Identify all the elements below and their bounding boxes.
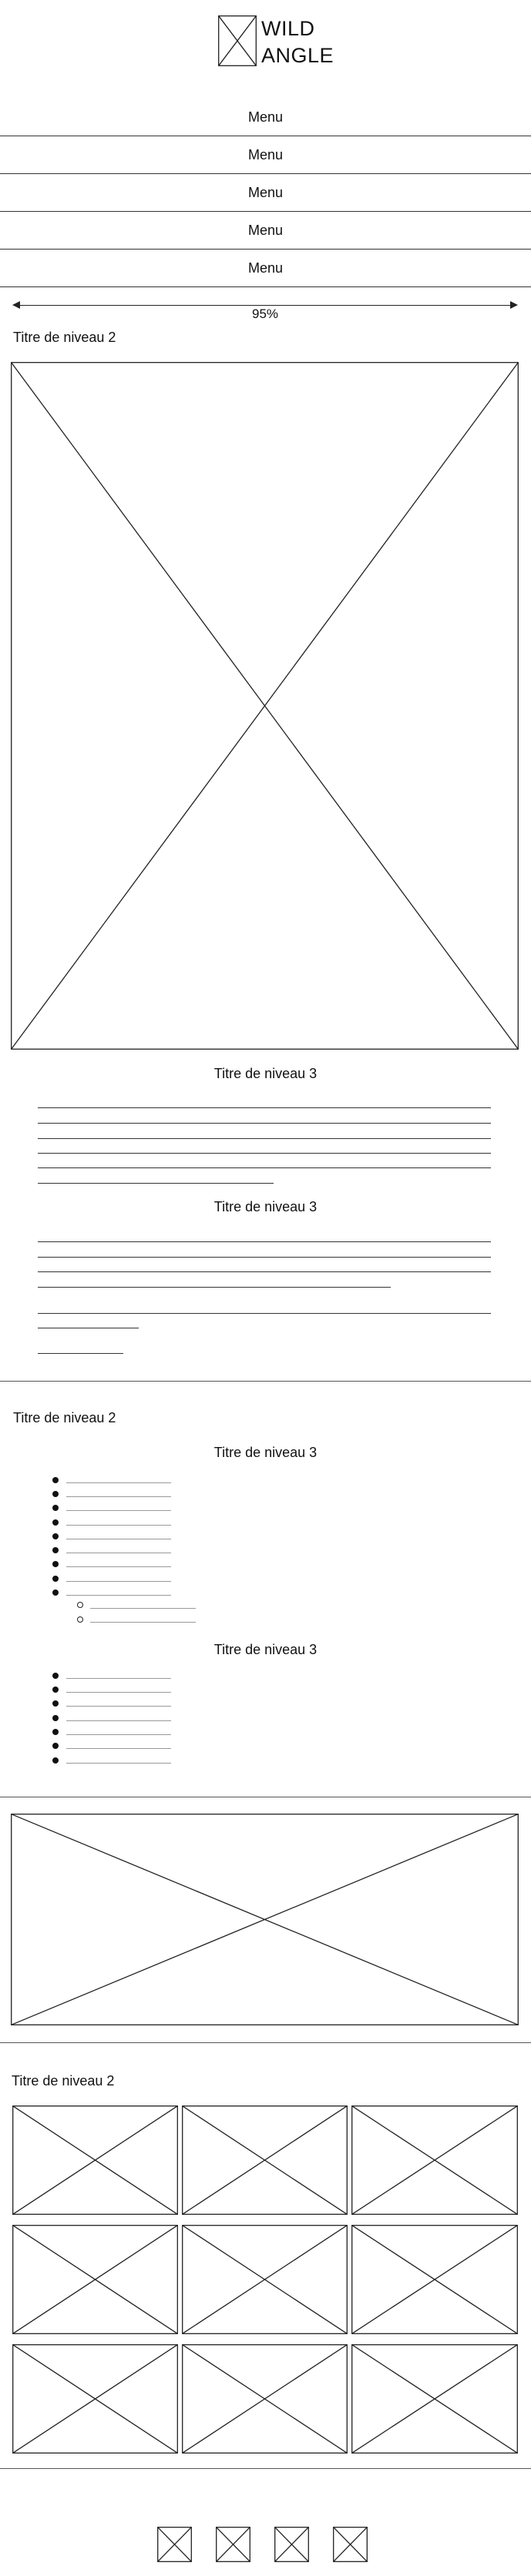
text-line <box>38 1287 391 1288</box>
text-line <box>38 1123 491 1124</box>
nav-menu-item-2[interactable]: Menu <box>0 136 531 174</box>
text-line <box>38 1241 491 1242</box>
nav-menu-item-3[interactable]: Menu <box>0 174 531 212</box>
text-line <box>38 1167 491 1168</box>
nav-menu-label: Menu <box>247 146 284 162</box>
text-line <box>38 1271 491 1272</box>
section-1-title: Titre de niveau 2 <box>13 330 116 345</box>
gallery-image-placeholder-icon[interactable] <box>12 2344 178 2454</box>
gallery-image-placeholder-icon[interactable] <box>12 2225 178 2334</box>
nav-menu-item-4[interactable]: Menu <box>0 212 531 250</box>
text-line <box>38 1138 491 1139</box>
logo-line-1: WILD <box>261 17 315 40</box>
nav-menu-label: Menu <box>247 184 284 200</box>
nav-menu-label: Menu <box>247 260 284 276</box>
hero-image-placeholder-icon[interactable] <box>11 362 519 1050</box>
gallery-image-placeholder-icon[interactable] <box>182 2344 348 2454</box>
banner-image-placeholder-icon[interactable] <box>11 1814 519 2025</box>
social-icon-placeholder-icon[interactable] <box>216 2527 250 2562</box>
text-line <box>38 1353 123 1354</box>
section-2-title: Titre de niveau 2 <box>13 1410 116 1425</box>
social-icon-placeholder-icon[interactable] <box>274 2527 309 2562</box>
social-icon-placeholder-icon[interactable] <box>333 2527 368 2562</box>
section-1-subtitle-b: Titre de niveau 3 <box>213 1199 318 1214</box>
nav-menu-label: Menu <box>247 109 284 125</box>
logo-image-placeholder-icon[interactable] <box>218 15 257 66</box>
footer-divider <box>0 2468 531 2469</box>
gallery-image-placeholder-icon[interactable] <box>182 2225 348 2334</box>
text-line <box>38 1153 491 1154</box>
section-1-subtitle-a: Titre de niveau 3 <box>213 1066 318 1081</box>
nav-menu-item-5[interactable]: Menu <box>0 250 531 287</box>
section-2-subtitle-b: Titre de niveau 3 <box>213 1642 318 1657</box>
nav-menu-item-1[interactable]: Menu <box>0 99 531 136</box>
nav-menu-label: Menu <box>247 222 284 238</box>
logo-text[interactable]: WILD ANGLE <box>261 15 334 69</box>
width-indicator: 95% <box>12 300 518 323</box>
site-header: WILD ANGLE <box>0 0 531 85</box>
gallery-image-placeholder-icon[interactable] <box>351 2344 518 2454</box>
text-line <box>38 1313 491 1314</box>
social-icon-placeholder-icon[interactable] <box>157 2527 192 2562</box>
gallery-image-placeholder-icon[interactable] <box>12 2105 178 2215</box>
gallery-image-placeholder-icon[interactable] <box>351 2225 518 2334</box>
text-line <box>38 1257 491 1258</box>
width-indicator-label: 95% <box>251 307 279 321</box>
section-divider <box>0 2042 531 2043</box>
logo-line-2: ANGLE <box>261 44 334 67</box>
section-3-title: Titre de niveau 2 <box>12 2073 115 2089</box>
section-2-subtitle-a: Titre de niveau 3 <box>213 1445 318 1460</box>
gallery-image-placeholder-icon[interactable] <box>182 2105 348 2215</box>
section-divider <box>0 1381 531 1382</box>
text-line <box>38 1107 491 1108</box>
gallery-image-placeholder-icon[interactable] <box>351 2105 518 2215</box>
text-line <box>38 1183 274 1184</box>
